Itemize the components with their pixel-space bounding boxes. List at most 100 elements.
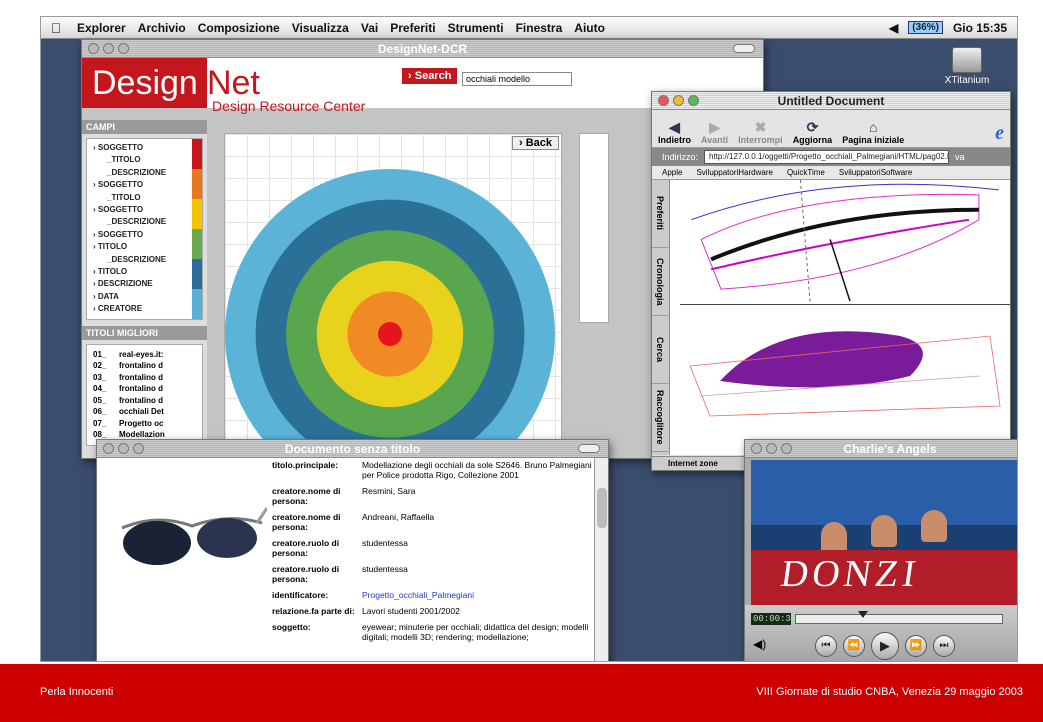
menu-visualizza[interactable]: Visualizza <box>286 21 355 35</box>
apple-menu-icon[interactable]:  <box>41 20 71 36</box>
volume-icon[interactable]: ◀) <box>753 637 766 651</box>
titoli-item[interactable]: 03_ frontalino d <box>93 372 193 384</box>
campi-item[interactable]: › SOGGETTO <box>93 229 202 241</box>
address-input[interactable]: http://127.0.0.1/oggetti/Progetto_occhia… <box>704 150 950 164</box>
sidebar-tab[interactable]: Cerca <box>652 316 668 384</box>
minimize-icon[interactable] <box>118 443 129 454</box>
scroll-thumb[interactable] <box>597 488 607 528</box>
campi-item[interactable]: › SOGGETTO <box>93 179 202 191</box>
toolbar-toggle-icon[interactable] <box>578 444 600 453</box>
campi-item[interactable]: _TITOLO <box>93 192 202 204</box>
campi-item[interactable]: › TITOLO <box>93 241 202 253</box>
sidebar-tab[interactable]: Cronologia <box>652 248 668 316</box>
disk-label: XTitanium <box>944 75 990 86</box>
titoli-item[interactable]: 06_ occhiali Det <box>93 406 193 418</box>
forward-button[interactable]: ▶ Avanti <box>701 119 728 145</box>
minimize-icon[interactable] <box>103 43 114 54</box>
titoli-number: 07_ <box>93 418 107 428</box>
page-text-line: Esegu <box>1010 200 1011 216</box>
menu-finestra[interactable]: Finestra <box>510 21 569 35</box>
titoli-item[interactable]: 04_ frontalino d <box>93 383 193 395</box>
close-icon[interactable] <box>658 95 669 106</box>
sidebar-tab[interactable]: Preferiti <box>652 180 668 248</box>
favorite-link[interactable]: Apple <box>662 168 682 177</box>
play-icon[interactable]: ▶ <box>871 632 899 660</box>
toolbar-toggle-icon[interactable] <box>733 44 755 53</box>
refresh-button[interactable]: ⟳ Aggiorna <box>793 119 833 145</box>
footer-author: Perla Innocenti <box>40 686 114 698</box>
timeline-slider[interactable] <box>795 611 1003 624</box>
stop-button[interactable]: ✖ Interrompi <box>738 119 783 145</box>
battery-indicator[interactable]: (36%) <box>908 21 943 34</box>
campi-item[interactable]: › SOGGETTO <box>93 204 202 216</box>
favorite-link[interactable]: SviluppatoriHardware <box>696 168 772 177</box>
search-input[interactable]: occhiali modello <box>462 72 572 86</box>
menu-archivio[interactable]: Archivio <box>132 21 192 35</box>
titoli-label: Modellazion <box>119 430 165 440</box>
designnet-titlebar[interactable]: DesignNet-DCR <box>82 40 763 58</box>
color-band <box>192 139 202 169</box>
back-button[interactable]: ◀ Indietro <box>658 119 691 145</box>
campi-item[interactable]: _DESCRIZIONE <box>93 167 202 179</box>
menu-bar:  Explorer Archivio Composizione Visuali… <box>41 17 1017 39</box>
movie-controls: 00:00:38 ◀) ⏮ ⏪ ▶ ⏩ ⏭ <box>745 605 1017 661</box>
zoom-icon[interactable] <box>781 443 792 454</box>
browser-window: Untitled Document ◀ Indietro ▶ Avanti ✖ Int… <box>651 91 1011 471</box>
footer-event: VIII Giornate di studio CNBA, Venezia 29… <box>756 686 1023 698</box>
video-frame[interactable]: DONZI <box>751 460 1017 605</box>
metadata-link[interactable]: Progetto_occhiali_Palmegiani <box>362 590 592 600</box>
close-icon[interactable] <box>751 443 762 454</box>
sidebar-tab[interactable]: Raccoglitore <box>652 384 668 452</box>
close-icon[interactable] <box>88 43 99 54</box>
skip-back-icon[interactable]: ⏮ <box>815 635 837 657</box>
screenshot-frame:  Explorer Archivio Composizione Visuali… <box>40 16 1018 662</box>
home-button[interactable]: ⌂ Pagina iniziale <box>842 119 904 145</box>
menu-strumenti[interactable]: Strumenti <box>442 21 510 35</box>
titoli-item[interactable]: 01_ real-eyes.it: <box>93 349 193 361</box>
menu-composizione[interactable]: Composizione <box>192 21 286 35</box>
favorite-link[interactable]: SviluppatoriSoftware <box>839 168 912 177</box>
titoli-item[interactable]: 02_ frontalino d <box>93 360 193 372</box>
back-button[interactable]: › Back <box>511 136 559 150</box>
campi-item[interactable]: › CREATORE <box>93 303 202 315</box>
scrollbar[interactable] <box>594 458 608 661</box>
campi-item[interactable]: _DESCRIZIONE <box>93 216 202 228</box>
zoom-icon[interactable] <box>133 443 144 454</box>
campi-item[interactable]: › SOGGETTO <box>93 142 202 154</box>
playhead-icon[interactable] <box>857 611 868 618</box>
minimize-icon[interactable] <box>673 95 684 106</box>
color-band <box>192 288 202 319</box>
document-titlebar[interactable]: Documento senza titolo <box>97 440 608 458</box>
visualization-canvas[interactable]: › Back <box>224 133 562 453</box>
desktop-disk[interactable]: XTitanium <box>937 47 997 86</box>
menu-explorer[interactable]: Explorer <box>71 21 132 35</box>
menu-aiuto[interactable]: Aiuto <box>568 21 611 35</box>
campi-item[interactable]: › DATA <box>93 291 202 303</box>
titoli-item[interactable]: 07_ Progetto oc <box>93 418 193 430</box>
go-button[interactable]: va <box>955 152 965 162</box>
zoom-icon[interactable] <box>688 95 699 106</box>
movie-window: Charlie's Angels DONZI 00:00:38 ◀) ⏮ ⏪ ▶… <box>744 439 1017 661</box>
volume-icon[interactable]: ◀ <box>889 21 898 35</box>
minimize-icon[interactable] <box>766 443 777 454</box>
menu-preferiti[interactable]: Preferiti <box>384 21 441 35</box>
close-icon[interactable] <box>103 443 114 454</box>
titoli-item[interactable]: 05_ frontalino d <box>93 395 193 407</box>
titoli-label: Progetto oc <box>119 418 164 428</box>
menu-clock[interactable]: Gio 15:35 <box>953 21 1007 35</box>
fast-forward-icon[interactable]: ⏩ <box>905 635 927 657</box>
zoom-icon[interactable] <box>118 43 129 54</box>
rewind-icon[interactable]: ⏪ <box>843 635 865 657</box>
campi-item[interactable]: _DESCRIZIONE <box>93 254 202 266</box>
favorite-link[interactable]: QuickTime <box>787 168 825 177</box>
browser-titlebar[interactable]: Untitled Document <box>652 92 1010 110</box>
menu-vai[interactable]: Vai <box>355 21 384 35</box>
target-visualization[interactable] <box>225 159 560 452</box>
page-text-top: Eseguun'estrcollegsolido <box>1010 200 1011 264</box>
skip-forward-icon[interactable]: ⏭ <box>933 635 955 657</box>
shaded-render-bottom <box>689 331 1001 417</box>
movie-titlebar[interactable]: Charlie's Angels <box>745 440 1017 458</box>
campi-item[interactable]: › DESCRIZIONE <box>93 278 202 290</box>
campi-item[interactable]: › TITOLO <box>93 266 202 278</box>
campi-item[interactable]: _TITOLO <box>93 154 202 166</box>
